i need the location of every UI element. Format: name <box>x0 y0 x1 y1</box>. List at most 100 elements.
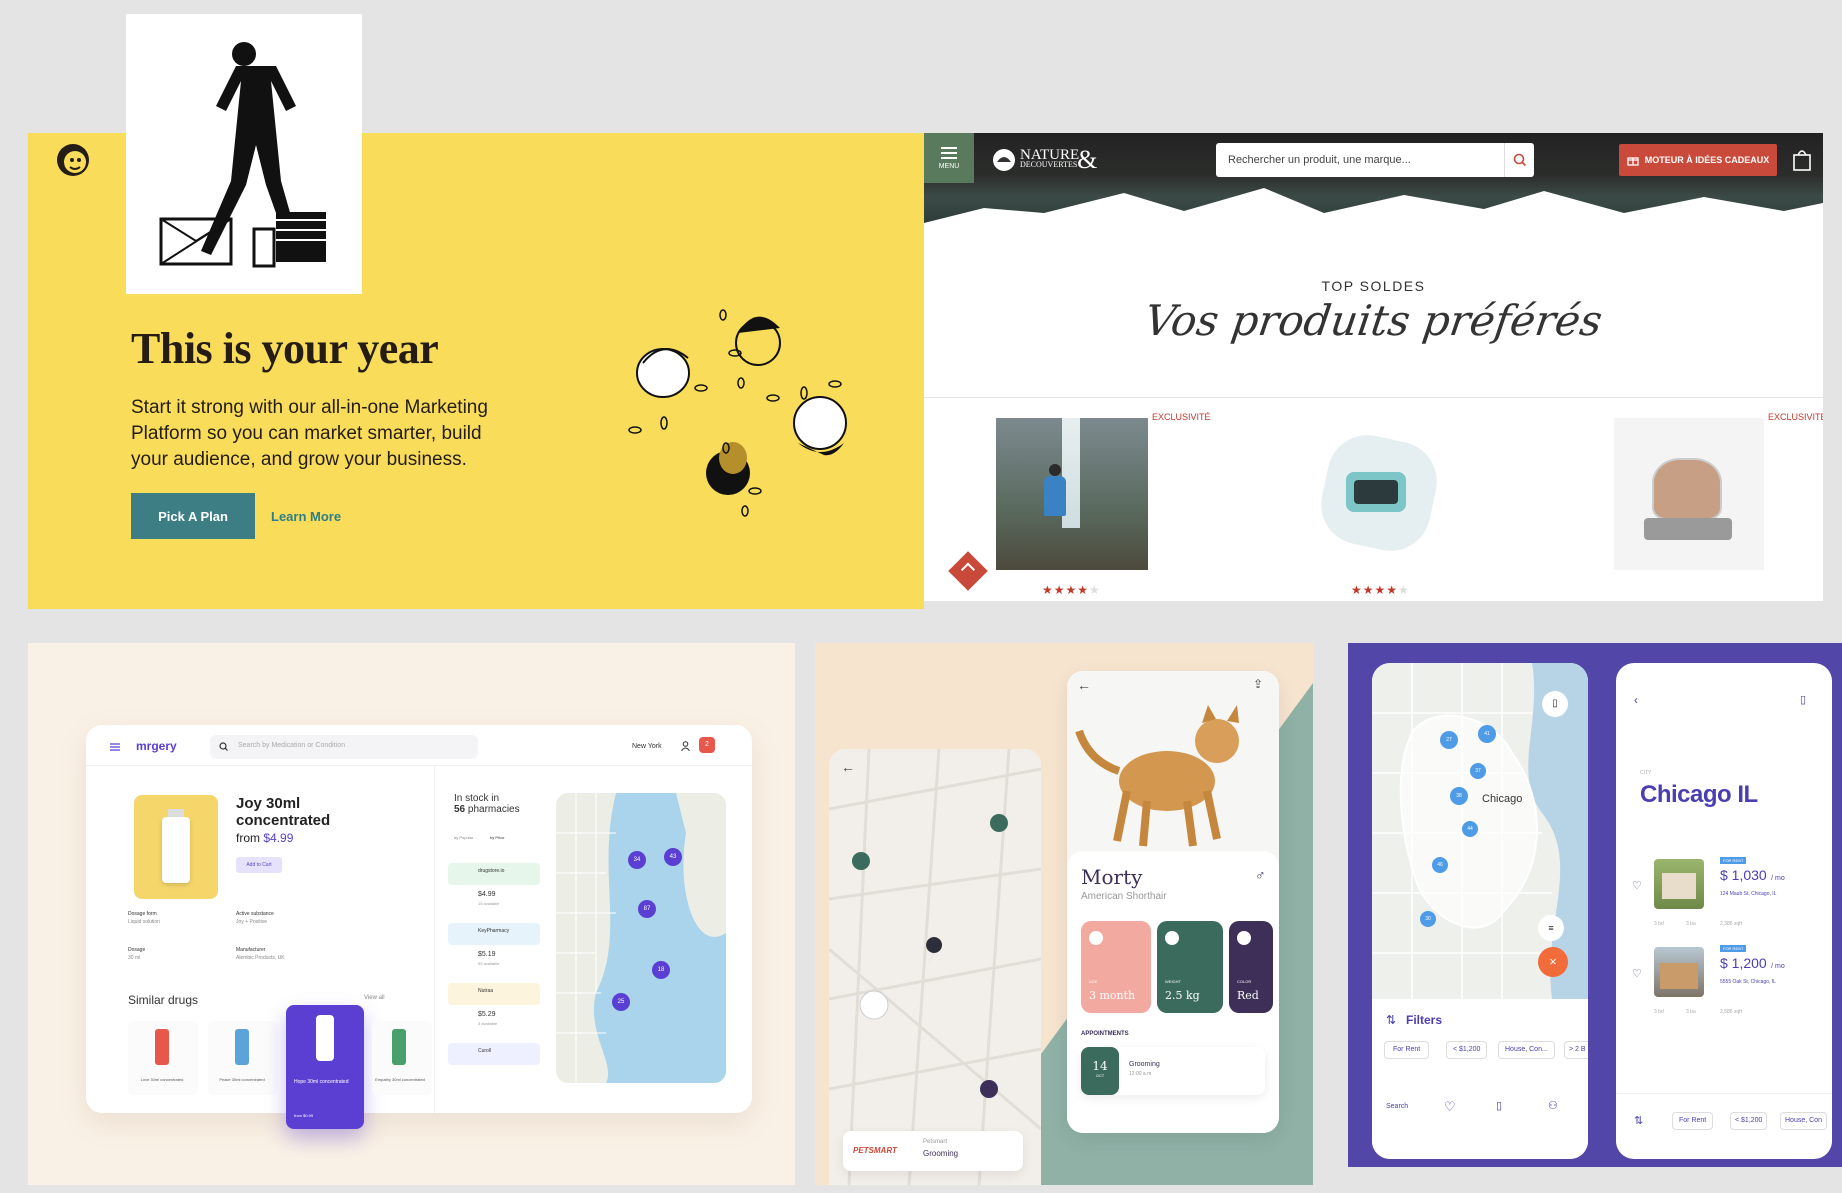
hero-illustration <box>126 14 362 294</box>
list-toggle-icon[interactable]: ≡ <box>1538 915 1564 941</box>
scroll-up-icon[interactable] <box>948 551 988 591</box>
listing-row[interactable]: ♡ FOR RENT $ 1,200 / mo 5555 Oak St, Chi… <box>1616 941 1832 1021</box>
filter-chip[interactable]: House, Con... <box>1498 1041 1555 1059</box>
user-icon[interactable] <box>681 741 690 751</box>
mrgery-pharmacy-shot: mrgery Search by Medication or Condition… <box>28 643 795 1185</box>
freddie-logo-icon[interactable] <box>52 139 94 181</box>
listing-sqft: 2,386 sqft <box>1720 921 1742 927</box>
learn-more-link[interactable]: Learn More <box>271 509 341 524</box>
pharmacy-row[interactable]: Nutraa $5.29 3 available <box>448 983 540 1031</box>
back-arrow-icon[interactable]: ‹ <box>1634 693 1638 707</box>
similar-drug-card[interactable]: Love 30ml concentrated <box>128 1021 198 1095</box>
pharmacy-app-card: mrgery Search by Medication or Condition… <box>86 725 752 1129</box>
search-icon[interactable] <box>1504 143 1534 177</box>
add-to-cart-button[interactable]: Add to Cart <box>236 857 282 873</box>
pharmacy-stock: 99 available <box>478 961 500 966</box>
listing-address: 124 Maub St, Chicago, IL <box>1720 891 1777 897</box>
realty-app-shot: ▯ Chicago 27 41 37 38 44 46 30 ≡ × ⇅ Fil… <box>1348 643 1842 1167</box>
cart-badge[interactable]: 2 <box>699 737 715 753</box>
map-pin[interactable]: 41 <box>1478 725 1496 743</box>
filter-chip[interactable]: < $1,200 <box>1446 1041 1488 1059</box>
sort-price[interactable]: by Price <box>490 835 504 840</box>
sort-popular[interactable]: by Popular <box>454 835 473 840</box>
listing-row[interactable]: ♡ FOR RENT $ 1,030 / mo 124 Maub St, Chi… <box>1616 853 1832 933</box>
listing-beds: 3 bd <box>1654 1009 1664 1015</box>
similar-drug-card[interactable]: Empathy 30ml concentrated <box>372 1021 432 1095</box>
similar-drug-name: Empathy 30ml concentrated <box>375 1077 425 1082</box>
pharmacy-name: Nutraa <box>478 988 494 994</box>
detail-label: Active substance <box>236 911 274 917</box>
filter-chip[interactable]: House, Con <box>1780 1112 1827 1130</box>
filter-chip[interactable]: For Rent <box>1672 1112 1714 1130</box>
map-pin[interactable]: 37 <box>1470 763 1486 779</box>
faces-illustration <box>608 298 888 538</box>
appointment-card[interactable]: 14 OCT Grooming 12:00 a.m <box>1081 1047 1265 1095</box>
bookmark-icon[interactable]: ▯ <box>1800 693 1806 706</box>
pharmacy-map[interactable] <box>556 793 726 1083</box>
search-input[interactable]: Rechercher un produit, une marque... <box>1216 143 1534 177</box>
product-name-line2: concentrated <box>236 812 331 829</box>
back-arrow-icon[interactable]: ← <box>841 759 855 775</box>
map-pin[interactable]: 18 <box>652 961 670 979</box>
similar-drug-card[interactable]: Peace 30ml concentrated <box>208 1021 278 1095</box>
exclusive-badge: EXCLUSIVITÉ <box>1768 412 1823 422</box>
filter-chip[interactable]: > 2 B <box>1564 1041 1588 1059</box>
heart-icon[interactable]: ♡ <box>1632 879 1642 892</box>
stat-label: COLOR <box>1237 979 1252 984</box>
map-pin[interactable]: 34 <box>628 851 646 869</box>
place-service: Grooming <box>923 1149 959 1158</box>
share-icon[interactable]: ⇪ <box>1253 677 1263 691</box>
listing-badge: FOR RENT <box>1720 857 1747 864</box>
detail-label: Dosage <box>128 947 146 953</box>
location-select[interactable]: New York <box>632 743 662 750</box>
heart-icon[interactable]: ♡ <box>1632 967 1642 980</box>
view-all-link[interactable]: View all <box>364 995 385 1001</box>
map-pin[interactable]: 44 <box>1462 821 1478 837</box>
logo[interactable]: mrgery <box>136 739 177 753</box>
pick-plan-button[interactable]: Pick A Plan <box>131 493 255 539</box>
bookmark-icon[interactable]: ▯ <box>1542 691 1568 717</box>
profile-icon[interactable]: ⚇ <box>1548 1099 1558 1112</box>
pharmacy-row[interactable]: Curoll <box>448 1043 540 1065</box>
map-pin[interactable]: 46 <box>1432 857 1448 873</box>
map-pin[interactable]: 87 <box>638 900 656 918</box>
filter-chip[interactable]: For Rent <box>1384 1041 1430 1059</box>
search-placeholder: Search by Medication or Condition <box>238 742 346 749</box>
map-pin[interactable]: 43 <box>664 848 682 866</box>
listing-price: $ 1,200 <box>1720 955 1767 971</box>
heart-icon[interactable]: ♡ <box>1444 1099 1456 1115</box>
gift-ideas-button[interactable]: MOTEUR À IDÉES CADEAUX <box>1619 144 1777 176</box>
detail-label: Manufacturer <box>236 947 266 953</box>
similar-title: Similar drugs <box>128 993 199 1007</box>
close-icon[interactable]: × <box>1538 947 1568 977</box>
pharmacy-name: Curoll <box>478 1048 492 1054</box>
cat-photo <box>1067 671 1279 871</box>
filter-chip[interactable]: < $1,200 <box>1730 1112 1768 1130</box>
bookmark-icon[interactable]: ▯ <box>1496 1099 1502 1112</box>
product-card[interactable] <box>996 418 1148 570</box>
similar-drug-card-active[interactable]: Hope 30ml concentrated from $0.99 <box>286 1005 364 1129</box>
map-pin[interactable]: 38 <box>1450 787 1468 805</box>
similar-drug-name: Hope 30ml concentrated <box>294 1079 349 1085</box>
menu-button[interactable]: MENU <box>924 133 974 183</box>
pharmacy-row[interactable]: KeyPharmacy $5.19 99 available <box>448 923 540 971</box>
back-arrow-icon[interactable]: ← <box>1077 677 1091 693</box>
detail-label: Dosage form <box>128 911 157 917</box>
listing-baths: 3 ba <box>1686 1009 1696 1015</box>
product-card[interactable] <box>1614 418 1764 570</box>
mailchimp-hero: This is your year Start it strong with o… <box>28 14 924 609</box>
menu-icon[interactable] <box>110 743 120 751</box>
nature-logo[interactable]: NATURE DECOUVERTES & <box>992 145 1097 175</box>
pharmacy-row[interactable]: drugstore.io $4.99 15 available <box>448 863 540 911</box>
filters-icon[interactable]: ⇅ <box>1634 1114 1643 1127</box>
map-pin[interactable]: 27 <box>1440 731 1458 749</box>
map-pin[interactable]: 25 <box>612 993 630 1011</box>
product-card[interactable] <box>1313 427 1445 559</box>
price-prefix: from <box>236 831 260 845</box>
listing-sqft: 2,586 sqft <box>1720 1009 1742 1015</box>
map-place-card[interactable]: PETSMART Petsmart Grooming <box>843 1131 1023 1171</box>
cart-icon[interactable] <box>1793 149 1811 171</box>
nav-search[interactable]: Search <box>1386 1103 1408 1110</box>
search-input[interactable]: Search by Medication or Condition <box>210 735 478 759</box>
map-pin[interactable]: 30 <box>1420 911 1436 927</box>
